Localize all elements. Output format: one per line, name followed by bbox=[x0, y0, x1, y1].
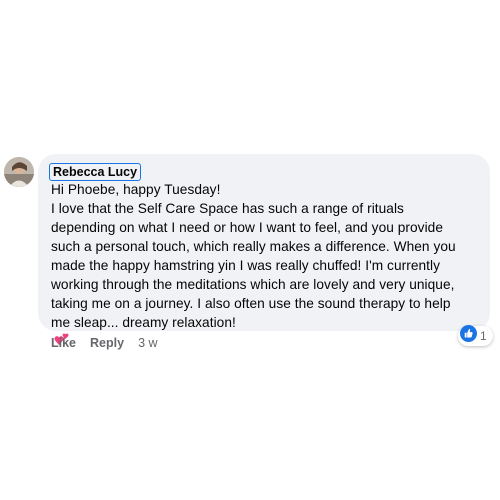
comment-line: I love that the Self Care Space has such… bbox=[51, 201, 404, 216]
thumbs-up-icon bbox=[460, 325, 477, 347]
comment-line: made the happy hamstring yin I was reall… bbox=[51, 258, 440, 273]
avatar-photo bbox=[4, 157, 34, 187]
comment-line: working through the meditations which ar… bbox=[51, 277, 455, 292]
reaction-count: 1 bbox=[480, 329, 487, 343]
like-button[interactable]: Like bbox=[51, 336, 76, 350]
comment-line: me sleap... dreamy relaxation! bbox=[51, 315, 236, 330]
comment-actions: Like Reply 3 w bbox=[51, 336, 158, 350]
avatar[interactable] bbox=[4, 157, 34, 187]
comment-timestamp[interactable]: 3 w bbox=[138, 336, 157, 350]
comment-line: depending on what I need or how I want t… bbox=[51, 220, 443, 235]
comment-line: such a personal touch, which really make… bbox=[51, 239, 456, 254]
reaction-summary[interactable]: 1 bbox=[458, 325, 493, 347]
comment-line: Hi Phoebe, happy Tuesday! bbox=[51, 182, 221, 197]
comment-author[interactable]: Rebecca Lucy bbox=[49, 163, 142, 181]
comment-line: taking me on a journey. I also often use… bbox=[51, 296, 451, 311]
comment-text: Hi Phoebe, happy Tuesday! I love that th… bbox=[51, 180, 483, 351]
reply-button[interactable]: Reply bbox=[90, 336, 124, 350]
